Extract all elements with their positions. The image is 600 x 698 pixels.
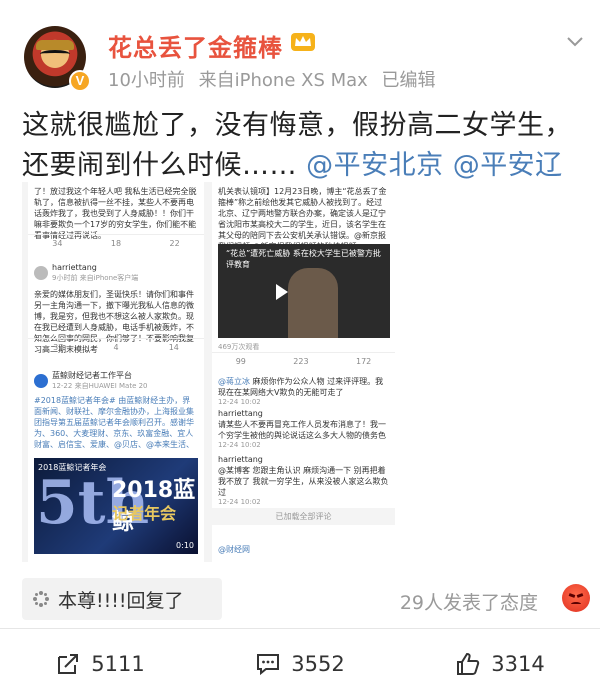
- video-duration: 0:10: [176, 541, 194, 550]
- post-time: 10小时前: [108, 70, 185, 91]
- screenshot-meta: 9小时前 来自iPhone客户端: [52, 274, 139, 282]
- comment-author: harriettang: [218, 409, 263, 418]
- comment-time: 12-24 10:02: [218, 398, 261, 406]
- count-value: 34: [52, 239, 63, 248]
- screenshot-post-3: 蓝鲸财经记者工作平台 12-22 来自HUAWEI Mate 20 #2018蓝…: [28, 370, 204, 451]
- avatar-headband: [36, 40, 74, 50]
- comment-time: 12-24 10:02: [218, 498, 261, 506]
- screenshot-author: @财经网: [218, 545, 250, 554]
- avatar: [34, 373, 48, 388]
- avatar-eyes: [40, 50, 70, 58]
- screenshot-left-column: 了！放过我这个年轻人吧 我私生活已经完全脱轨了，信息被扒得一丝不挂，某些人不要再…: [28, 182, 204, 562]
- count-value: 172: [355, 357, 372, 366]
- count-value: 22: [169, 239, 180, 248]
- comment-count: 3552: [291, 652, 345, 676]
- avatar: [34, 265, 48, 280]
- screenshot-text: #2018蓝鲸记者年会# 由蓝鲸财经主办，界面新闻、财联社、摩尔金融协办，上海报…: [34, 396, 194, 449]
- load-more-comments: 已加载全部评论: [212, 508, 395, 525]
- screenshot-username: 蓝鲸财经记者工作平台: [52, 371, 132, 380]
- mention-link[interactable]: @平安北京: [306, 150, 444, 181]
- repost-text: 本尊!!!!回复了: [58, 589, 184, 612]
- screenshot-right-column: 机关表认镜项】12月23日晚，博主“花总丢了金箍棒”称之前绘他发其它威胁人被找到…: [212, 182, 395, 562]
- count-value: 18: [110, 239, 122, 248]
- count-value: 37: [53, 343, 64, 352]
- conf-subtitle: 记者年会: [112, 504, 177, 523]
- post-source: 来自iPhone XS Max: [198, 70, 368, 91]
- thumbs-up-icon: [457, 652, 480, 675]
- video-caption: “花总”遭死亡威胁 系在校大学生已被警方批评教育: [226, 249, 381, 269]
- comment-text: 请某些人不要再冒充工作人员发布消息了！我一个穷学生被他的舆论说话这么多大人物的债…: [218, 420, 386, 440]
- angry-face-icon: [562, 584, 590, 612]
- screenshot-username: harriettang: [52, 263, 97, 272]
- comment-author: harriettang: [218, 455, 263, 464]
- username[interactable]: 花总丢了金箍棒: [108, 28, 283, 63]
- video-views: 469万次观看: [218, 343, 260, 351]
- like-button[interactable]: 3314: [400, 636, 600, 692]
- comment-icon: [257, 654, 280, 676]
- video-person: [288, 268, 338, 338]
- reaction-summary[interactable]: 29人发表了态度: [400, 588, 538, 615]
- screenshot-text: 机关表认镜项】12月23日晚，博主“花总丢了金箍棒”称之前绘他发其它威胁人被找到…: [218, 187, 387, 246]
- action-bar: 5111 3552 3314: [0, 636, 600, 692]
- count-value: 14: [168, 343, 179, 352]
- screenshot-comment: @蒋立冰 麻烦你作为公众人物 过来评评理。我现在在某网络大V欺负的无能可走了 1…: [218, 376, 390, 406]
- post-meta: 10小时前 来自iPhone XS Max 已编辑: [108, 66, 444, 92]
- divider: [0, 628, 600, 629]
- post-header: V 花总丢了金箍棒 10小时前 来自iPhone XS Max 已编辑: [0, 0, 600, 96]
- play-icon: [276, 284, 288, 300]
- screenshot-text: 了！放过我这个年轻人吧 我私生活已经完全脱轨了，信息被扒得一丝不挂，某些人不要再…: [34, 187, 197, 240]
- count-value: 223: [293, 357, 309, 366]
- repost-button[interactable]: 5111: [0, 636, 200, 692]
- comment-time: 12-24 10:02: [218, 441, 261, 449]
- screenshot-comment: harriettang @某博客 您跟主角认识 麻烦沟通一下 别再把着我不放了 …: [218, 454, 390, 506]
- count-value: 99: [235, 357, 246, 366]
- repost-count: 5111: [91, 652, 145, 676]
- post-edited[interactable]: 已编辑: [382, 70, 436, 91]
- count-value: 4: [113, 343, 119, 352]
- comment-button[interactable]: 3552: [200, 636, 400, 692]
- screenshot-post-4: 机关表认镜项】12月23日晚，博主“花总丢了金箍棒”称之前绘他发其它威胁人被找到…: [212, 182, 395, 246]
- screenshot-counts: 34 18 22: [28, 234, 204, 252]
- comment-author: @蒋立冰: [218, 377, 250, 386]
- news-video-thumbnail: “花总”遭死亡威胁 系在校大学生已被警方批评教育: [218, 244, 390, 338]
- repost-reply-card[interactable]: 本尊!!!!回复了: [22, 578, 222, 620]
- screenshot-comment: harriettang 请某些人不要再冒充工作人员发布消息了！我一个穷学生被他的…: [218, 408, 390, 449]
- comment-text: @某博客 您跟主角认识 麻烦沟通一下 别再把着我不放了 我就一穷学生，从来没被人…: [218, 466, 389, 497]
- screenshot-counts: 37 4 14: [28, 338, 204, 356]
- conference-video-thumbnail: 5th 2018蓝鲸 记者年会 2018蓝鲸记者年会 0:10: [34, 458, 198, 554]
- verified-badge-icon: V: [69, 70, 91, 92]
- screenshot-meta: 12-22 来自HUAWEI Mate 20: [52, 382, 148, 390]
- sparkle-icon: [33, 591, 49, 607]
- share-icon: [58, 654, 79, 674]
- like-count: 3314: [491, 652, 545, 676]
- chevron-down-icon[interactable]: [566, 32, 584, 50]
- post-image[interactable]: 了！放过我这个年轻人吧 我私生活已经完全脱轨了，信息被扒得一丝不挂，某些人不要再…: [22, 182, 395, 562]
- crown-icon: [291, 33, 315, 51]
- screenshot-counts: 99 223 172: [212, 352, 395, 370]
- conf-label: 2018蓝鲸记者年会: [38, 463, 107, 472]
